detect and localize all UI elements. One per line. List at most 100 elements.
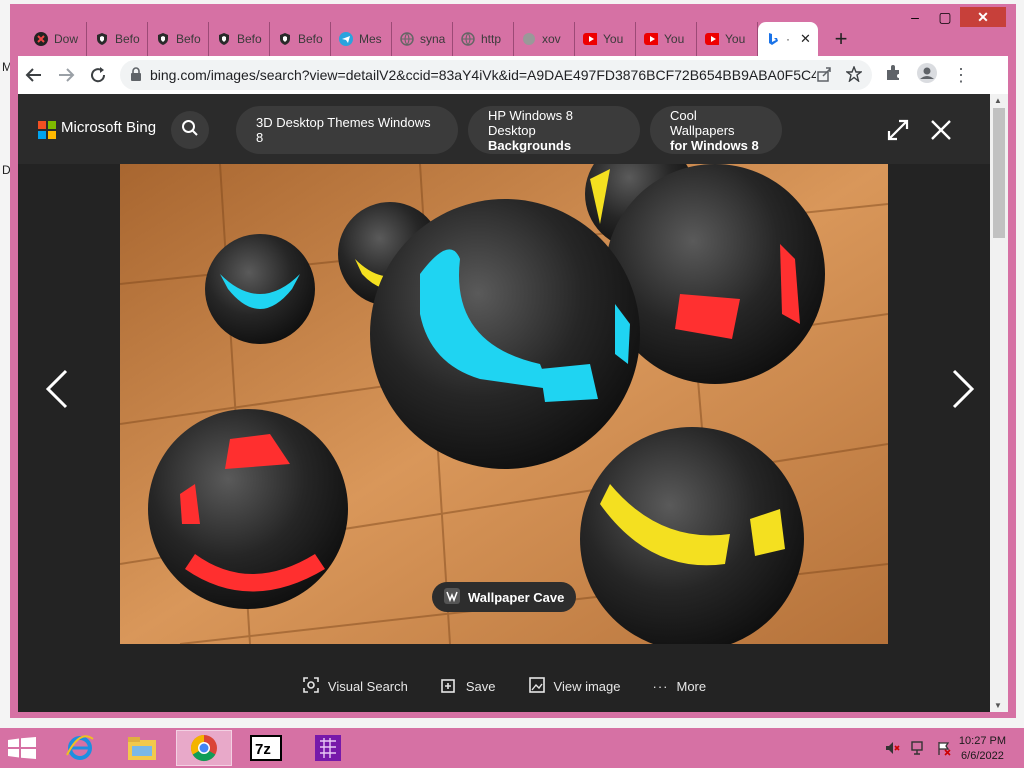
minimize-button[interactable]: –	[900, 7, 930, 27]
related-search-chip[interactable]: HP Windows 8 Desktop Backgrounds	[468, 106, 640, 154]
main-image[interactable]	[120, 164, 888, 644]
visual-search-button[interactable]: Visual Search	[302, 676, 408, 697]
shield-icon	[217, 32, 231, 46]
download-icon	[34, 32, 48, 46]
more-label: More	[676, 679, 707, 694]
search-button[interactable]	[171, 111, 209, 149]
microsoft-logo-icon[interactable]	[38, 121, 56, 139]
browser-tab[interactable]: Dow	[26, 22, 87, 56]
close-window-button[interactable]: ✕	[960, 7, 1006, 27]
related-search-chip[interactable]: Cool Wallpapers for Windows 8	[650, 106, 782, 154]
view-image-label: View image	[553, 679, 621, 694]
next-image-arrow[interactable]	[948, 364, 978, 414]
system-clock[interactable]: 10:27 PM 6/6/2022	[959, 734, 1006, 764]
tab-title: You	[725, 32, 746, 46]
tab-title: xov	[542, 32, 561, 46]
chip-text-bold: for Windows 8	[670, 137, 759, 153]
windows-start-icon[interactable]	[8, 737, 36, 764]
page-scrollbar[interactable]: ▲ ▼	[990, 94, 1008, 712]
bing-image-viewer: Microsoft Bing 3D Desktop Themes Windows…	[18, 94, 990, 712]
globe-icon	[522, 32, 536, 46]
search-icon	[181, 119, 199, 142]
maximize-button[interactable]: ▢	[930, 7, 960, 27]
source-name: Wallpaper Cave	[468, 589, 565, 605]
youtube-icon	[583, 32, 597, 46]
action-center-flag-icon[interactable]	[936, 740, 952, 761]
save-icon	[440, 676, 458, 697]
svg-text:7z: 7z	[255, 741, 271, 758]
extensions-icon[interactable]	[884, 64, 902, 87]
menu-kebab-icon[interactable]: ⋮	[952, 65, 970, 86]
browser-tab[interactable]: xov	[514, 22, 575, 56]
profile-avatar-icon[interactable]	[916, 62, 938, 89]
shield-icon	[156, 32, 170, 46]
7zip-icon[interactable]: 7z	[238, 730, 294, 766]
network-icon[interactable]	[910, 740, 926, 761]
forward-button[interactable]	[50, 59, 82, 91]
browser-tab[interactable]: Befo	[270, 22, 331, 56]
source-badge[interactable]: Wallpaper Cave	[432, 582, 577, 612]
new-tab-button[interactable]: +	[824, 22, 858, 56]
save-button[interactable]: Save	[440, 676, 496, 697]
windows-taskbar: 7z 10:27 PM 6/6/2022	[0, 728, 1024, 768]
file-explorer-icon[interactable]	[114, 730, 170, 766]
scroll-thumb[interactable]	[993, 108, 1005, 238]
view-image-icon	[528, 676, 546, 697]
tab-title: Dow	[54, 32, 79, 46]
browser-tab-active[interactable]: · ✕	[758, 22, 818, 56]
more-button[interactable]: ··· More	[652, 676, 706, 697]
tab-strip: Dow Befo Befo Befo Befo Mes syna http xo…	[26, 22, 858, 56]
more-dots-icon: ···	[652, 679, 669, 694]
close-viewer-icon[interactable]	[927, 116, 955, 144]
scroll-up-arrow-icon[interactable]: ▲	[994, 96, 1002, 105]
browser-window: – ▢ ✕ Dow Befo Befo Befo Befo Mes syna h…	[10, 4, 1016, 718]
image-actions: Visual Search Save View image ··· More	[18, 676, 990, 697]
expand-icon[interactable]	[884, 116, 912, 144]
brand-name[interactable]: Microsoft Bing	[61, 119, 156, 136]
system-tray	[884, 740, 952, 761]
view-image-button[interactable]: View image	[528, 676, 621, 697]
chip-text: HP Windows 8 Desktop	[488, 107, 574, 138]
clock-time: 10:27 PM	[958, 735, 1006, 747]
back-button[interactable]	[18, 59, 50, 91]
onenote-icon[interactable]	[300, 730, 356, 766]
bing-icon	[766, 32, 780, 46]
visual-search-label: Visual Search	[327, 679, 408, 694]
chip-text-bold: Backgrounds	[488, 137, 572, 153]
browser-tab[interactable]: You	[636, 22, 697, 56]
close-tab-icon[interactable]: ✕	[800, 31, 811, 47]
chrome-icon[interactable]	[176, 730, 232, 766]
reload-button[interactable]	[82, 59, 114, 91]
bookmark-star-icon[interactable]	[844, 64, 864, 85]
related-search-chip[interactable]: 3D Desktop Themes Windows 8	[236, 106, 458, 154]
lock-icon[interactable]	[130, 66, 142, 84]
browser-tab[interactable]: Befo	[148, 22, 209, 56]
window-controls: – ▢ ✕	[900, 7, 1006, 27]
chip-text: Cool Wallpapers	[670, 107, 735, 138]
tab-title: Befo	[237, 32, 262, 46]
shield-icon	[278, 32, 292, 46]
browser-tab[interactable]: Befo	[87, 22, 148, 56]
internet-explorer-icon[interactable]	[52, 730, 108, 766]
address-bar[interactable]: bing.com/images/search?view=detailV2&cci…	[120, 60, 872, 90]
previous-image-arrow[interactable]	[42, 364, 72, 414]
browser-tab[interactable]: You	[697, 22, 758, 56]
tab-title: Befo	[176, 32, 201, 46]
browser-tab[interactable]: You	[575, 22, 636, 56]
browser-tab[interactable]: Mes	[331, 22, 392, 56]
browser-tab[interactable]: Befo	[209, 22, 270, 56]
share-icon[interactable]	[816, 66, 832, 85]
tab-title: Befo	[298, 32, 323, 46]
scroll-down-arrow-icon[interactable]: ▼	[994, 701, 1002, 710]
browser-toolbar: bing.com/images/search?view=detailV2&cci…	[18, 56, 1008, 94]
url-text[interactable]: bing.com/images/search?view=detailV2&cci…	[150, 67, 816, 83]
browser-tab[interactable]: http	[453, 22, 514, 56]
volume-muted-icon[interactable]	[884, 740, 900, 761]
youtube-icon	[644, 32, 658, 46]
browser-tab[interactable]: syna	[392, 22, 453, 56]
save-label: Save	[465, 679, 496, 694]
globe-icon	[400, 32, 414, 46]
telegram-icon	[339, 32, 353, 46]
viewer-header: Microsoft Bing 3D Desktop Themes Windows…	[18, 94, 990, 164]
visual-search-icon	[302, 676, 320, 697]
